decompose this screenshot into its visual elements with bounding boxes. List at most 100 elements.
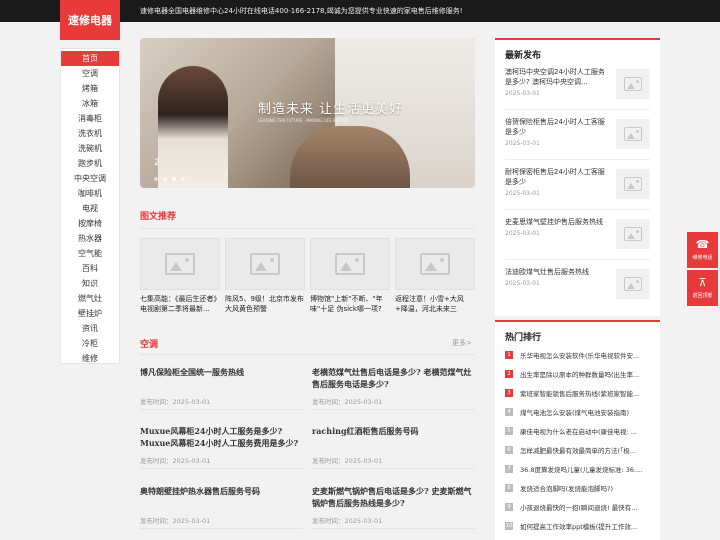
- nav-item[interactable]: 空气能: [61, 246, 119, 261]
- hot-item-title[interactable]: 如何提高工作效率ppt模板(提升工作效...: [520, 521, 650, 531]
- recommend-card[interactable]: 博物馆"上新"不断、"年味"十足 伪sick哪一项?: [310, 238, 390, 314]
- nav-item[interactable]: 洗衣机: [61, 126, 119, 141]
- nav-item[interactable]: 维修: [61, 351, 119, 366]
- nav-item[interactable]: 首页: [61, 51, 119, 66]
- nav-item[interactable]: 壁挂炉: [61, 306, 119, 321]
- hot-item-title[interactable]: 紫班家智能锁售后服务热线(紫班家智能...: [520, 388, 650, 398]
- nav-item[interactable]: 热水器: [61, 231, 119, 246]
- nav-item[interactable]: 按摩椅: [61, 216, 119, 231]
- hot-item[interactable]: 6 怎样减肥最快最有效最简单的方法(「极...: [505, 444, 650, 456]
- article-title[interactable]: 老横范煤气灶售后电话是多少? 老横范煤气灶售后服务电话是多少?: [312, 366, 474, 390]
- latest-item-title[interactable]: 倍贺保险柜售后24小时人工客服是多少: [505, 117, 605, 137]
- banner-pagination: [154, 177, 185, 181]
- image-placeholder: [616, 69, 650, 99]
- hot-item-title[interactable]: 乐华电视怎么安装软件(乐华电视软件安...: [520, 350, 650, 360]
- banner-slogan: 制造未来 让生活更美好: [258, 102, 404, 117]
- article-item[interactable]: 奥特朗壁挂炉热水器售后服务号码: [140, 485, 302, 497]
- banner-dot[interactable]: [172, 177, 176, 181]
- image-icon: [335, 253, 365, 275]
- header-notice: 速修电器全国电器维修中心24小时在线电话400-166-2178,竭诚为您提供专…: [140, 7, 463, 15]
- hot-item-title[interactable]: 出生率是除以原本的种群数量吗(出生率...: [520, 369, 650, 379]
- article-date: 发布时间：2025-03-01: [312, 517, 383, 525]
- hot-rank-number: 7: [505, 465, 513, 473]
- nav-item[interactable]: 洗碗机: [61, 141, 119, 156]
- hot-rank-number: 8: [505, 484, 513, 492]
- hot-rank-number: 4: [505, 408, 513, 416]
- nav-item[interactable]: 消毒柜: [61, 111, 119, 126]
- hot-rank-number: 5: [505, 427, 513, 435]
- recommend-card-title: 七集高能：《最后生还者》电视剧第二季将最新...: [140, 295, 217, 313]
- recommend-card[interactable]: 七集高能：《最后生还者》电视剧第二季将最新...: [140, 238, 220, 314]
- banner-photo-woman: [158, 66, 228, 188]
- recommend-card-title: 阵风5、9级！北京市发布大风黄色预警: [225, 295, 304, 313]
- hot-rank-number: 1: [505, 351, 513, 359]
- hot-item-title[interactable]: 煤气电池怎么安装(煤气电池安装指南): [520, 407, 650, 417]
- article-title[interactable]: Muxue风幕柜24小时人工服务是多少? Muxue风幕柜24小时人工服务费用是…: [140, 425, 302, 449]
- nav-item[interactable]: 百科: [61, 261, 119, 276]
- hot-item[interactable]: 4 煤气电池怎么安装(煤气电池安装指南): [505, 406, 650, 418]
- nav-item[interactable]: 咖啡机: [61, 186, 119, 201]
- hero-banner[interactable]: 制造未来 让生活更美好 LEADING THE FUTURE · MAKING …: [140, 38, 475, 188]
- recommend-card[interactable]: 返程注意！小雪+大风+降温，河北未来三天......: [395, 238, 475, 314]
- article-item[interactable]: 老横范煤气灶售后电话是多少? 老横范煤气灶售后服务电话是多少?: [312, 366, 474, 390]
- article-item[interactable]: 博凡保险柜全国统一服务热线: [140, 366, 302, 378]
- repair-phone-button[interactable]: ☎ 维修电话: [687, 232, 718, 268]
- image-placeholder: [616, 269, 650, 299]
- nav-item[interactable]: 空调: [61, 66, 119, 81]
- banner-dot[interactable]: [181, 177, 185, 181]
- article-item[interactable]: raching红酒柜售后服务号码: [312, 425, 474, 437]
- hot-item[interactable]: 10 如何提高工作效率ppt模板(提升工作效...: [505, 520, 650, 532]
- latest-item[interactable]: 法迪欧煤气灶售后服务热线 2025-03-01: [505, 267, 650, 299]
- site-logo[interactable]: 速修电器: [60, 0, 120, 40]
- nav-item[interactable]: 烤箱: [61, 81, 119, 96]
- latest-item-title[interactable]: 史麦思煤气壁挂炉售后服务热线: [505, 217, 605, 227]
- latest-item-title[interactable]: 耐柯保密柜售后24小时人工客服是多少: [505, 167, 605, 187]
- banner-dot[interactable]: [163, 177, 167, 181]
- banner-dot[interactable]: [154, 177, 158, 181]
- back-to-top-button[interactable]: ⊼ 返回顶部: [687, 270, 718, 306]
- hot-item-title[interactable]: 康佳电视为什么老在启动中(康佳电视: ...: [520, 426, 650, 436]
- latest-item-title[interactable]: 澳柯玛中央空调24小时人工服务是多少? 澳柯玛中央空调...: [505, 67, 605, 87]
- latest-item-title[interactable]: 法迪欧煤气灶售后服务热线: [505, 267, 605, 277]
- hot-item[interactable]: 8 发烧适合泡脚吗(发烧能泡脚吗?): [505, 482, 650, 494]
- hot-item[interactable]: 7 36.8度算发烧吗儿童(儿童发烧标准: 36....: [505, 463, 650, 475]
- image-placeholder: [616, 119, 650, 149]
- image-icon: [624, 127, 642, 141]
- nav-item[interactable]: 中央空调: [61, 171, 119, 186]
- nav-item[interactable]: 知识: [61, 276, 119, 291]
- article-date: 发布时间：2025-03-01: [140, 517, 211, 525]
- nav-item[interactable]: 燃气灶: [61, 291, 119, 306]
- image-placeholder: [140, 238, 220, 290]
- nav-item[interactable]: 电视: [61, 201, 119, 216]
- hot-item[interactable]: 5 康佳电视为什么老在启动中(康佳电视: ...: [505, 425, 650, 437]
- recommend-card-title: 返程注意！小雪+大风+降温，河北未来三天......: [395, 295, 464, 313]
- latest-item[interactable]: 史麦思煤气壁挂炉售后服务热线 2025-03-01: [505, 217, 650, 249]
- hot-item[interactable]: 9 小孩退烧最快的一招(瞬间退烧! 最快有...: [505, 501, 650, 513]
- more-link[interactable]: 更多>: [452, 338, 472, 348]
- hot-item-title[interactable]: 发烧适合泡脚吗(发烧能泡脚吗?): [520, 483, 650, 493]
- article-title[interactable]: raching红酒柜售后服务号码: [312, 425, 474, 437]
- latest-item[interactable]: 倍贺保险柜售后24小时人工客服是多少 2025-03-01: [505, 117, 650, 149]
- hot-item-title[interactable]: 小孩退烧最快的一招(瞬间退烧! 最快有...: [520, 502, 650, 512]
- article-title[interactable]: 奥特朗壁挂炉热水器售后服务号码: [140, 485, 302, 497]
- hot-item-title[interactable]: 36.8度算发烧吗儿童(儿童发烧标准: 36....: [520, 464, 650, 474]
- main-column: 制造未来 让生活更美好 LEADING THE FUTURE · MAKING …: [140, 38, 475, 188]
- hot-item[interactable]: 2 出生率是除以原本的种群数量吗(出生率...: [505, 368, 650, 380]
- article-item[interactable]: Muxue风幕柜24小时人工服务是多少? Muxue风幕柜24小时人工服务费用是…: [140, 425, 302, 449]
- nav-item[interactable]: 冰箱: [61, 96, 119, 111]
- hot-item-title[interactable]: 怎样减肥最快最有效最简单的方法(「极...: [520, 445, 650, 455]
- hot-item[interactable]: 1 乐华电视怎么安装软件(乐华电视软件安...: [505, 349, 650, 361]
- hot-item[interactable]: 3 紫班家智能锁售后服务热线(紫班家智能...: [505, 387, 650, 399]
- article-title[interactable]: 博凡保险柜全国统一服务热线: [140, 366, 302, 378]
- nav-item[interactable]: 资讯: [61, 321, 119, 336]
- image-icon: [624, 177, 642, 191]
- article-item[interactable]: 史麦斯燃气锅炉售后电话是多少? 史麦斯燃气锅炉售后服务热线是多少?: [312, 485, 474, 509]
- article-title[interactable]: 史麦斯燃气锅炉售后电话是多少? 史麦斯燃气锅炉售后服务热线是多少?: [312, 485, 474, 509]
- nav-item[interactable]: 跑步机: [61, 156, 119, 171]
- nav-item[interactable]: 冷柜: [61, 336, 119, 351]
- latest-item[interactable]: 澳柯玛中央空调24小时人工服务是多少? 澳柯玛中央空调... 2025-03-01: [505, 67, 650, 99]
- banner-subtitle: LEADING THE FUTURE · MAKING LIFE BETTER: [258, 118, 349, 123]
- arrow-up-icon: ⊼: [698, 276, 707, 289]
- latest-item[interactable]: 耐柯保密柜售后24小时人工客服是多少 2025-03-01: [505, 167, 650, 199]
- recommend-card[interactable]: 阵风5、9级！北京市发布大风黄色预警: [225, 238, 305, 314]
